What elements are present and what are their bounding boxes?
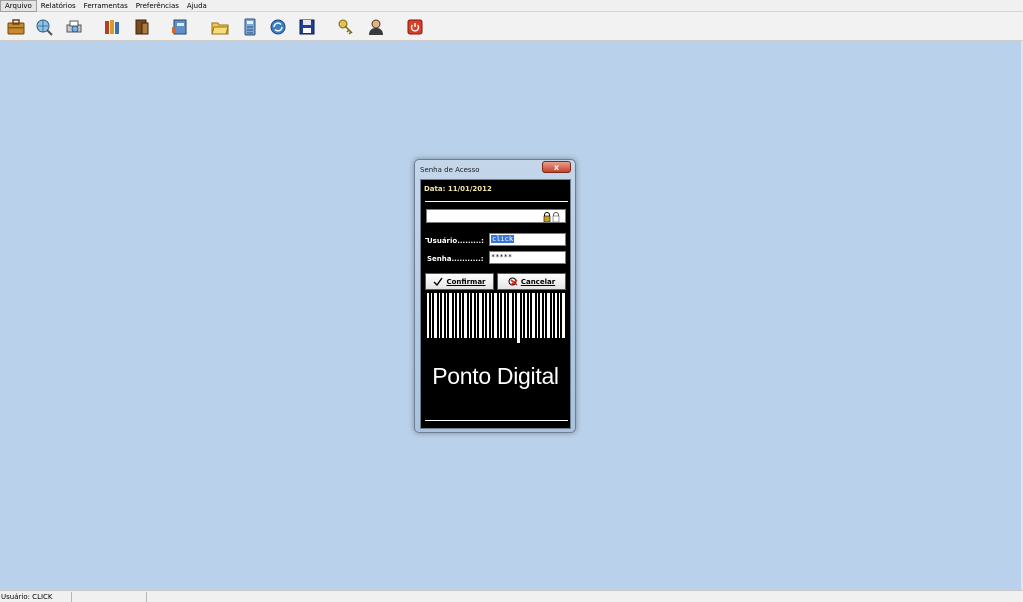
notebook-icon[interactable] — [170, 17, 190, 37]
confirm-button[interactable]: Confirmar — [425, 273, 494, 290]
username-field[interactable]: click — [489, 233, 566, 246]
books-icon[interactable] — [102, 17, 122, 37]
globe-search-icon[interactable] — [34, 17, 54, 37]
user-icon[interactable] — [366, 17, 386, 37]
cancel-button[interactable]: Cancelar — [497, 273, 566, 290]
cancel-label: Cancelar — [520, 277, 556, 286]
status-panel-2 — [73, 592, 147, 602]
brand-logo-text: Ponto Digital — [432, 363, 559, 389]
calculator-icon[interactable] — [240, 17, 260, 37]
power-icon[interactable] — [405, 17, 425, 37]
briefcase-icon[interactable] — [6, 17, 26, 37]
folder-open-icon[interactable] — [210, 17, 230, 37]
menu-ferramentas[interactable]: Ferramentas — [80, 0, 132, 12]
menu-relatorios[interactable]: Relatórios — [37, 0, 80, 12]
password-label: Senha...........: — [427, 255, 484, 263]
bottom-divider — [425, 420, 568, 421]
lock-icon — [543, 212, 560, 222]
menu-preferencias[interactable]: Preferências — [132, 0, 183, 12]
keys-icon[interactable] — [336, 17, 356, 37]
fingerprint-field[interactable] — [426, 209, 566, 223]
book-icon[interactable] — [132, 17, 152, 37]
login-dialog: Senha de Acesso x Data: 11/01/2012 Usuár… — [414, 159, 576, 433]
dialog-body: Data: 11/01/2012 Usuário.........: click… — [420, 179, 571, 429]
checkmark-icon — [433, 277, 444, 286]
status-user: Usuário: CLICK — [0, 592, 72, 602]
refresh-icon[interactable] — [268, 17, 288, 37]
date-label: Data: 11/01/2012 — [424, 185, 492, 193]
status-bar: Usuário: CLICK — [0, 590, 1023, 602]
toolbar — [0, 12, 1023, 41]
confirm-label: Confirmar — [446, 277, 486, 286]
username-label: Usuário.........: — [427, 237, 484, 245]
username-value: click — [491, 235, 515, 243]
menu-ajuda[interactable]: Ajuda — [183, 0, 211, 12]
menu-bar: Arquivo Relatórios Ferramentas Preferênc… — [0, 0, 1023, 12]
dialog-title: Senha de Acesso — [420, 166, 480, 174]
password-field[interactable]: ***** — [489, 251, 566, 264]
barcode-image — [427, 293, 565, 343]
menu-arquivo[interactable]: Arquivo — [0, 0, 37, 12]
printer-search-icon[interactable] — [64, 17, 84, 37]
divider — [425, 201, 568, 202]
close-button[interactable]: x — [542, 161, 571, 173]
cancel-icon — [508, 277, 518, 286]
floppy-save-icon[interactable] — [297, 17, 317, 37]
